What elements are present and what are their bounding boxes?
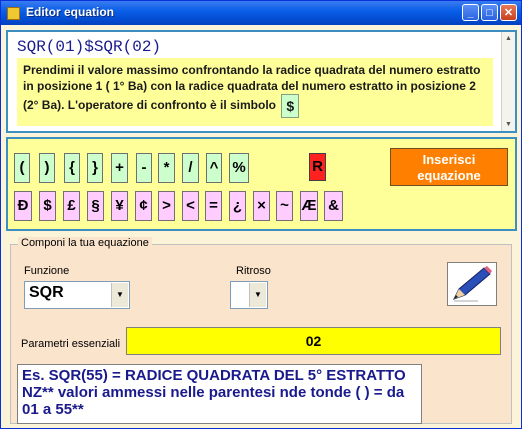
symbol-button[interactable]: Æ bbox=[300, 191, 318, 221]
pencil-icon bbox=[452, 266, 492, 302]
vertical-scrollbar[interactable]: ▲ ▼ bbox=[501, 32, 515, 131]
symbol-button[interactable]: Đ bbox=[14, 191, 32, 221]
funzione-value: SQR bbox=[29, 284, 64, 301]
equation-description: Prendimi il valore massimo confrontando … bbox=[17, 58, 493, 126]
symbol-button[interactable]: & bbox=[324, 191, 343, 221]
scroll-up-icon[interactable]: ▲ bbox=[504, 34, 513, 43]
symbol-button[interactable]: ( bbox=[14, 153, 30, 183]
symbol-button[interactable]: { bbox=[64, 153, 80, 183]
funzione-select[interactable]: SQR ▼ bbox=[24, 281, 130, 309]
operator-symbol: $ bbox=[281, 94, 300, 118]
maximize-button[interactable]: □ bbox=[481, 4, 498, 21]
compose-equation-group: Componi la tua equazione Funzione SQR ▼ … bbox=[10, 237, 512, 424]
symbol-button[interactable]: * bbox=[158, 153, 175, 183]
symbol-button[interactable]: + bbox=[111, 153, 128, 183]
symbol-button[interactable]: ^ bbox=[206, 153, 222, 183]
symbol-button[interactable]: > bbox=[158, 191, 175, 221]
symbol-button[interactable]: § bbox=[87, 191, 104, 221]
symbol-button[interactable]: / bbox=[182, 153, 199, 183]
symbol-button[interactable]: ¿ bbox=[229, 191, 246, 221]
description-text: Prendimi il valore massimo confrontando … bbox=[23, 63, 481, 113]
parametri-field[interactable]: 02 bbox=[126, 327, 501, 355]
ritroso-select[interactable]: ▼ bbox=[230, 281, 268, 309]
chevron-down-icon[interactable]: ▼ bbox=[111, 283, 128, 307]
example-text: Es. SQR(55) = RADICE QUADRATA DEL 5° EST… bbox=[17, 364, 422, 424]
symbol-button[interactable]: × bbox=[253, 191, 270, 221]
symbol-button[interactable]: = bbox=[205, 191, 222, 221]
equation-display[interactable]: SQR(01)$SQR(02) Prendimi il valore massi… bbox=[6, 30, 517, 133]
minimize-button[interactable]: _ bbox=[462, 4, 479, 21]
symbol-button[interactable]: £ bbox=[63, 191, 80, 221]
title-bar[interactable]: Editor equation _ □ ✕ bbox=[1, 1, 521, 25]
close-button[interactable]: ✕ bbox=[500, 4, 517, 21]
symbol-button[interactable]: } bbox=[87, 153, 103, 183]
symbol-button[interactable]: < bbox=[182, 191, 199, 221]
r-button[interactable]: R bbox=[309, 153, 326, 181]
parametri-label: Parametri essenziali bbox=[21, 338, 121, 350]
insert-equation-button[interactable]: Inserisci equazione bbox=[390, 148, 508, 186]
pencil-edit-button[interactable] bbox=[447, 262, 497, 306]
symbol-button[interactable]: ¢ bbox=[135, 191, 152, 221]
symbol-button[interactable]: % bbox=[229, 153, 249, 183]
symbol-button[interactable]: - bbox=[136, 153, 152, 183]
symbol-panel: ( ) { } + - * / ^ % R Inserisci equazion… bbox=[6, 137, 517, 231]
symbol-button[interactable]: ~ bbox=[276, 191, 293, 221]
editor-window: Editor equation _ □ ✕ SQR(01)$SQR(02) Pr… bbox=[0, 0, 522, 429]
equation-code: SQR(01)$SQR(02) bbox=[17, 38, 162, 56]
chevron-down-icon[interactable]: ▼ bbox=[249, 283, 266, 307]
app-icon bbox=[7, 7, 20, 20]
symbol-button[interactable]: ) bbox=[39, 153, 55, 183]
symbol-button[interactable]: ¥ bbox=[111, 191, 128, 221]
window-title: Editor equation bbox=[26, 5, 114, 19]
symbol-button[interactable]: $ bbox=[39, 191, 56, 221]
scroll-down-icon[interactable]: ▼ bbox=[504, 120, 513, 129]
ritroso-label: Ritroso bbox=[236, 265, 271, 277]
funzione-label: Funzione bbox=[24, 265, 70, 277]
group-legend: Componi la tua equazione bbox=[18, 237, 152, 249]
